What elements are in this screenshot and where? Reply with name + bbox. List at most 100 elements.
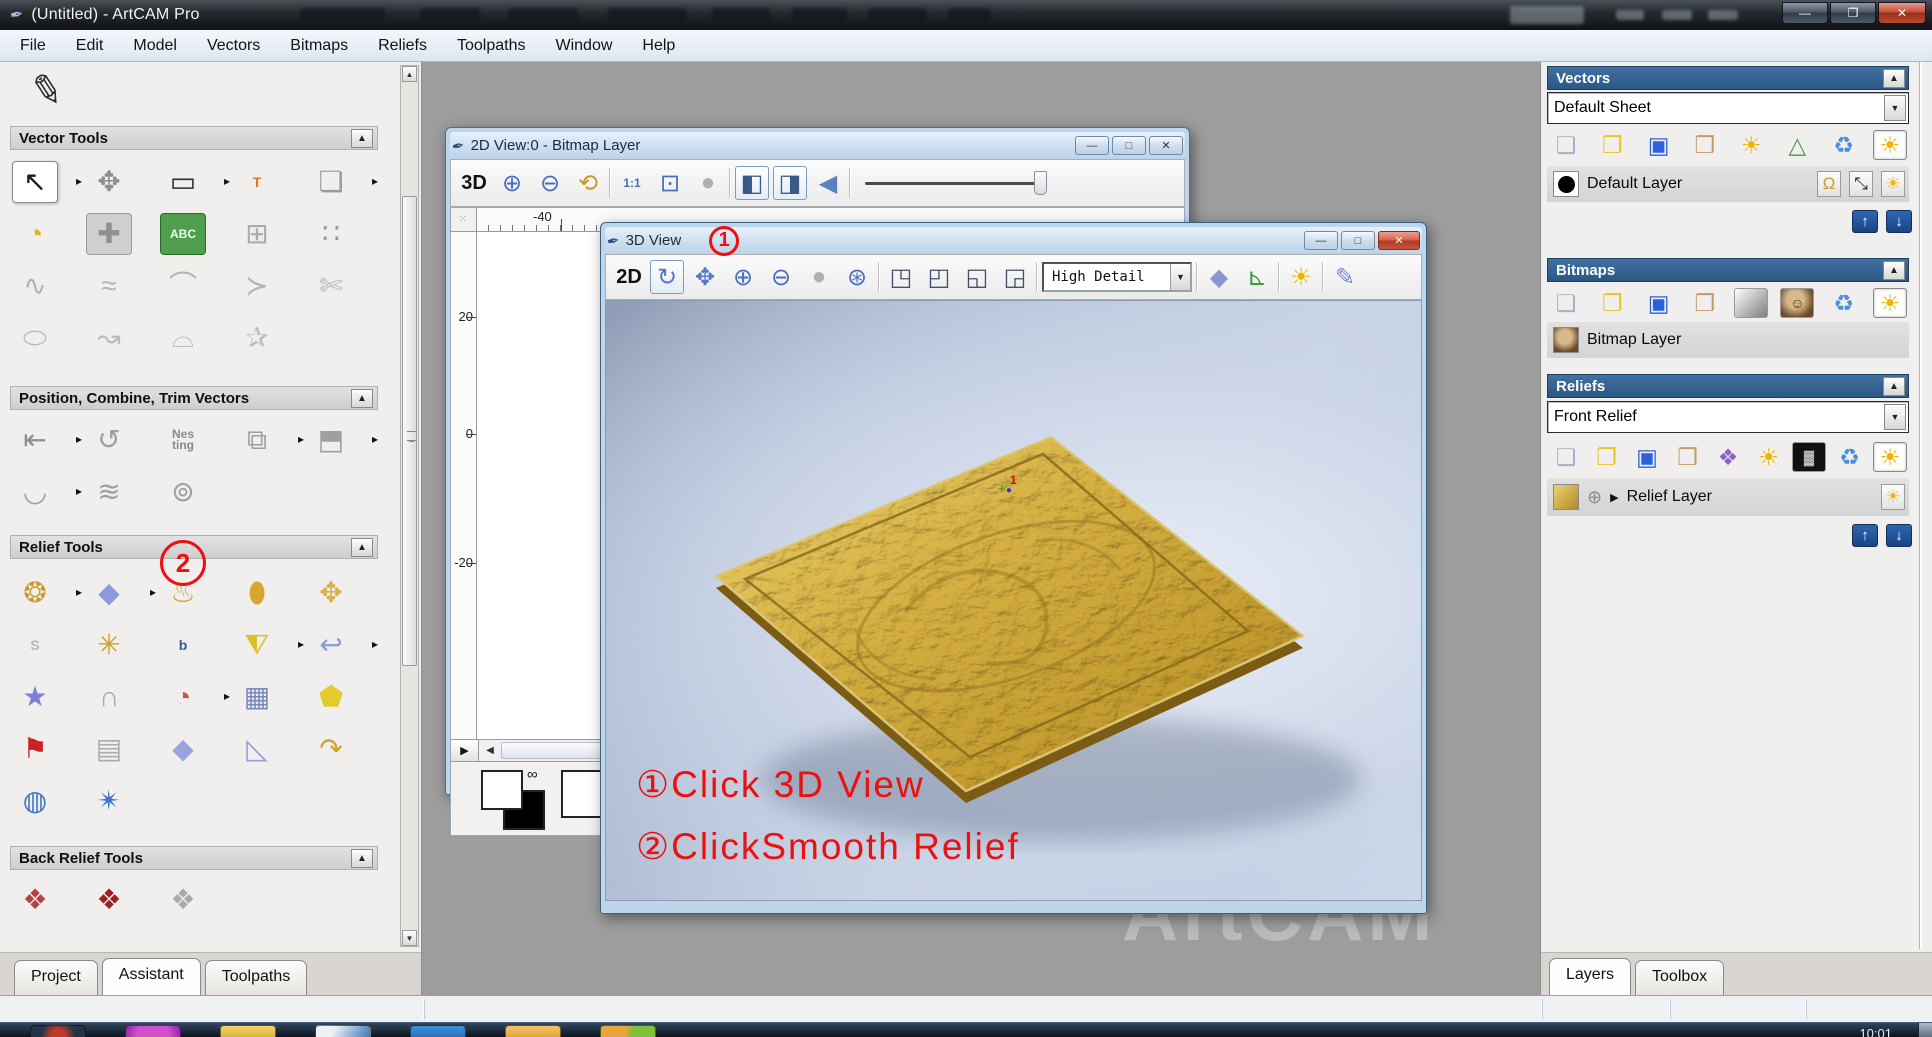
shape-editor-tool[interactable]: ⧨ ▸ (234, 619, 308, 671)
open-vector-layer-button[interactable]: ❐ (1595, 130, 1629, 160)
merge-bitmap-layer-button[interactable]: ❒ (1688, 288, 1722, 318)
vector-layer-row[interactable]: Default Layer Ω ⤡ ☀ (1547, 166, 1909, 202)
minimize-button[interactable]: — (1782, 2, 1828, 24)
vector-wand-icon[interactable]: ✎ (26, 65, 68, 117)
primary-colour-swatch[interactable] (481, 770, 523, 810)
pan-view-button[interactable]: ✥ (688, 260, 722, 294)
greyscale-from-relief-button[interactable]: ▓ (1792, 442, 1826, 472)
zoom-object-button[interactable]: ● (802, 260, 836, 294)
flyout-arrow-icon[interactable]: ▸ (150, 585, 156, 599)
flyout-arrow-icon[interactable]: ▸ (76, 174, 82, 188)
bitmap-layer-row[interactable]: Bitmap Layer (1547, 322, 1909, 358)
ruler-corner[interactable]: ⁙ (451, 208, 477, 231)
weld-vectors-tool[interactable]: ⬒ ▸ (308, 414, 382, 466)
menu-item[interactable]: File (20, 37, 46, 55)
text-on-curve-tool[interactable]: ↺ ▸ (86, 414, 160, 466)
open-bitmap-layer-button[interactable]: ❐ (1595, 288, 1629, 318)
bitmap-preview-button[interactable]: ◀ (811, 166, 845, 200)
layer-colour-swatch[interactable] (1553, 171, 1579, 197)
flyout-arrow-icon[interactable]: ▸ (76, 432, 82, 446)
separator[interactable] (729, 168, 731, 198)
taskbar-app-7[interactable] (600, 1025, 656, 1037)
create-ring-tool[interactable]: ⬭ ▸ (12, 312, 86, 364)
expander-icon[interactable]: ▶ (1610, 491, 1618, 504)
lighting-button[interactable]: ☀ (1284, 260, 1318, 294)
mirror-back-relief-tool[interactable]: ❖ ▸ (86, 874, 160, 926)
next-bitmap-button[interactable]: ◨ (773, 166, 807, 200)
save-vector-layer-button[interactable]: ▣ (1642, 130, 1676, 160)
open-relief-layer-button[interactable]: ❐ (1590, 442, 1624, 472)
zoom-previous-button[interactable]: ⟲ (571, 166, 605, 200)
new-bitmap-layer-button[interactable]: ❏ (1549, 288, 1583, 318)
toggle-layer-preview-button[interactable]: ☀ (1734, 130, 1768, 160)
pan-mode-button[interactable]: ▶ (451, 740, 479, 761)
sharp-corner-tool[interactable]: ≻ ▸ (234, 260, 308, 312)
menu-item[interactable]: Model (133, 37, 177, 55)
join-vectors-tool[interactable]: ◡ ▸ (12, 466, 86, 518)
new-vector-layer-button[interactable]: ❏ (1549, 130, 1583, 160)
colour-shade-button[interactable]: ✎ (1328, 260, 1362, 294)
sketch-polyline-tool[interactable]: ≈ ▸ (86, 260, 160, 312)
mirror-half-tool[interactable]: ⌓ ▸ (160, 312, 234, 364)
scrollbar-thumb[interactable] (402, 196, 417, 666)
taskbar-app-2[interactable] (125, 1025, 181, 1037)
zoom-out-button[interactable]: ⊖ (533, 166, 567, 200)
block-copy-tool[interactable]: ⧉ ▸ (234, 414, 308, 466)
toggle-all-visibility-button[interactable]: ☀ (1872, 288, 1907, 318)
transform-vectors-tool[interactable]: ✥ ▸ (86, 156, 160, 208)
greyscale-preview-button[interactable] (1734, 288, 1769, 318)
offset-back-relief-tool[interactable]: ❖ ▸ (12, 874, 86, 926)
move-layer-up-button[interactable]: ↑ (1852, 524, 1878, 547)
3d-view-title-bar[interactable]: ✒ 3D View 1 — □ ✕ (605, 225, 1422, 256)
flyout-arrow-icon[interactable]: ▸ (224, 689, 230, 703)
flyout-arrow-icon[interactable]: ▸ (372, 432, 378, 446)
flyout-arrow-icon[interactable]: ▸ (372, 174, 378, 188)
measure-tool[interactable]: ◔ ▸ (12, 208, 86, 260)
select-vectors-tool[interactable]: ↖ ▸ (12, 156, 86, 208)
toggle-relief-preview-button[interactable]: ☀ (1752, 442, 1786, 472)
drape-relief-tool[interactable]: ⚑ ▸ (12, 723, 86, 775)
zoom-in-button[interactable]: ⊕ (495, 166, 529, 200)
fluting-tool[interactable]: ≋ ▸ (86, 466, 160, 518)
3d-canvas[interactable]: 1 + ● ①Click 3D View ②ClickSmooth Relief (605, 300, 1422, 901)
flyout-arrow-icon[interactable]: ▸ (224, 174, 230, 188)
clip-vectors-tool[interactable]: ✄ ▸ (308, 260, 382, 312)
angled-plane-tool[interactable]: ◺ ▸ (234, 723, 308, 775)
taskbar-app-6[interactable] (505, 1025, 561, 1037)
draw-zero-plane-button[interactable]: ◆ (1202, 260, 1236, 294)
relief-layer-row[interactable]: ⊕ ▶ Relief Layer ☀ (1547, 478, 1909, 516)
merge-vector-layer-button[interactable]: ❒ (1688, 130, 1722, 160)
zoom-fit-page-button[interactable]: ⊡ (653, 166, 687, 200)
move-layer-up-button[interactable]: ↑ (1852, 210, 1878, 233)
all-shapes-button[interactable]: △ (1780, 130, 1814, 160)
taskbar-app-3[interactable] (220, 1025, 276, 1037)
zero-plane-tool[interactable]: ◆ ▸ (86, 567, 160, 619)
offset-relief-tool[interactable]: ⬟ ▸ (308, 671, 382, 723)
collapse-button[interactable]: ▲ (351, 388, 373, 408)
contrast-slider[interactable] (855, 166, 1055, 200)
collapse-button[interactable]: ▲ (351, 537, 373, 557)
close-button[interactable]: ✕ (1378, 231, 1420, 250)
zoom-1to1-button[interactable]: 1:1 (615, 166, 649, 200)
previous-bitmap-button[interactable]: ◧ (735, 166, 769, 200)
close-button[interactable]: ✕ (1878, 2, 1926, 24)
menu-item[interactable]: Bitmaps (290, 37, 348, 55)
node-editing-tool[interactable]: ∷ ▸ (308, 208, 382, 260)
draw-origin-button[interactable]: ⊾ (1240, 260, 1274, 294)
star-wizard-tool[interactable]: ★ ▸ (12, 671, 86, 723)
stack-relief-button[interactable]: ❖ (1711, 442, 1745, 472)
delete-bitmap-layer-button[interactable]: ♻ (1827, 288, 1861, 318)
curve-on-relief-tool[interactable]: ↷ ▸ (308, 723, 382, 775)
toggle-all-visibility-button[interactable]: ☀ (1872, 130, 1907, 160)
scroll-up-icon[interactable]: ▲ (402, 66, 417, 82)
flyout-arrow-icon[interactable]: ▸ (298, 432, 304, 446)
separator[interactable] (1278, 262, 1280, 292)
rotate-view-button[interactable]: ↻ (650, 260, 684, 294)
save-bitmap-layer-button[interactable]: ▣ (1642, 288, 1676, 318)
zoom-extents-button[interactable]: ⊛ (840, 260, 874, 294)
align-vectors-tool[interactable]: ⇤ ▸ (12, 414, 86, 466)
collapse-button[interactable]: ▲ (351, 848, 373, 868)
new-relief-layer-button[interactable]: ❏ (1549, 442, 1583, 472)
emboss-wizard-tool[interactable]: b ▸ (160, 619, 234, 671)
menu-item[interactable]: Edit (76, 37, 104, 55)
